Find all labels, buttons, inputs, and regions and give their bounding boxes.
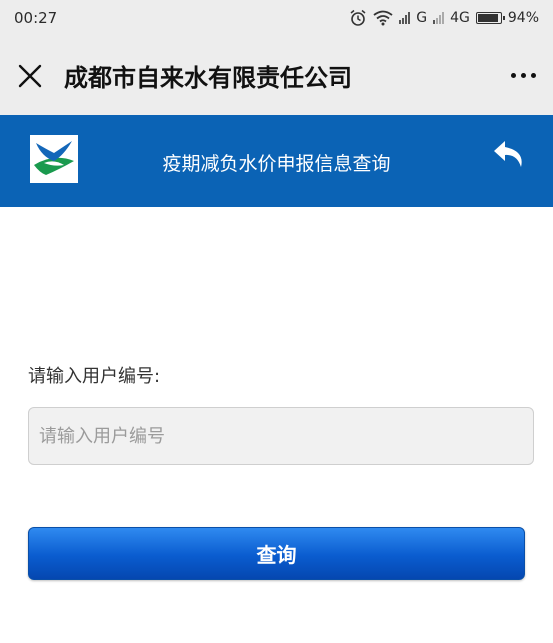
status-time: 00:27 <box>14 9 58 27</box>
battery-percent: 94% <box>507 10 539 26</box>
alarm-icon <box>350 9 366 26</box>
wifi-icon <box>373 10 393 26</box>
user-id-input[interactable] <box>28 407 534 465</box>
signal-icon-2 <box>433 12 445 24</box>
banner-title: 疫期减负水价申报信息查询 <box>162 153 391 175</box>
more-button[interactable] <box>493 36 553 115</box>
page-banner: 疫期减负水价申报信息查询 <box>0 115 553 207</box>
signal-icon <box>399 12 411 24</box>
close-button[interactable] <box>0 36 60 115</box>
network-label: 4G <box>450 10 470 26</box>
more-icon <box>510 73 516 78</box>
query-button[interactable]: 查询 <box>28 527 525 580</box>
status-bar: 00:27 G 4G 94% <box>0 0 553 36</box>
title-bar: 成都市自来水有限责任公司 <box>0 36 553 115</box>
user-id-label: 请输入用户编号: <box>28 366 161 387</box>
page-title: 成都市自来水有限责任公司 <box>64 64 352 92</box>
carrier-label: G <box>416 10 428 26</box>
status-icons: G 4G 94% <box>349 9 539 27</box>
close-icon <box>18 64 42 87</box>
back-button[interactable] <box>491 137 529 175</box>
battery-icon <box>475 12 505 24</box>
back-arrow-icon <box>494 141 522 167</box>
